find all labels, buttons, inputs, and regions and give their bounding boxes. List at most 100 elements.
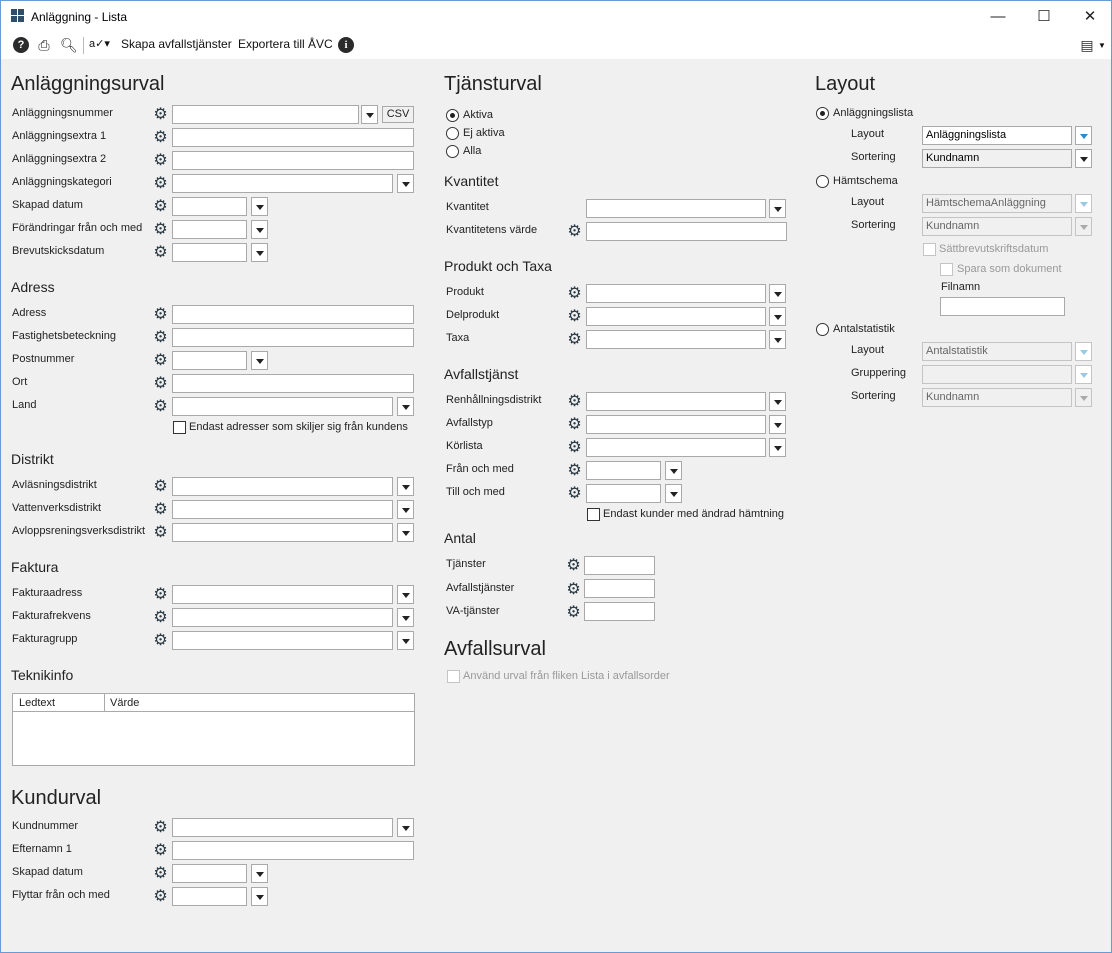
hamt-sortering-dropdown[interactable] xyxy=(1075,217,1092,236)
vattenverksdistrikt-dropdown[interactable] xyxy=(397,500,414,519)
gear-icon[interactable]: ⚙ xyxy=(153,633,168,649)
hamt-layout-select[interactable]: HämtschemaAnläggning xyxy=(922,194,1072,213)
avloppsreningsverksdistrikt-input[interactable] xyxy=(172,523,393,542)
teknikinfo-grid[interactable]: Ledtext Värde xyxy=(12,693,415,766)
till-och-med-input[interactable] xyxy=(586,484,661,503)
till-och-med-dropdown[interactable] xyxy=(665,484,682,503)
antal-sortering-dropdown[interactable] xyxy=(1075,388,1092,407)
avfallstyp-input[interactable] xyxy=(586,415,766,434)
gear-icon[interactable]: ⚙ xyxy=(567,486,582,502)
gear-icon[interactable]: ⚙ xyxy=(153,502,168,518)
gear-icon[interactable]: ⚙ xyxy=(567,417,582,433)
spara-dokument-checkbox[interactable] xyxy=(940,263,953,276)
brevutskicksdatum-dropdown[interactable] xyxy=(251,243,268,262)
print-icon[interactable]: ⎙ xyxy=(36,37,52,53)
hamt-sortering-select[interactable]: Kundnamn xyxy=(922,217,1072,236)
fran-och-med-input[interactable] xyxy=(586,461,661,480)
antal-layout-select[interactable]: Antalstatistik xyxy=(922,342,1072,361)
column-header-ledtext[interactable]: Ledtext xyxy=(19,697,55,709)
gear-icon[interactable]: ⚙ xyxy=(153,525,168,541)
gear-icon[interactable]: ⚙ xyxy=(153,399,168,415)
skapad-datum-input[interactable] xyxy=(172,197,247,216)
help-icon[interactable]: ? xyxy=(13,37,29,53)
gear-icon[interactable]: ⚙ xyxy=(153,843,168,859)
gear-icon[interactable]: ⚙ xyxy=(153,479,168,495)
anvand-urval-checkbox[interactable] xyxy=(447,670,460,683)
anlaggningsextra2-input[interactable] xyxy=(172,151,414,170)
fakturagrupp-dropdown[interactable] xyxy=(397,631,414,650)
forandringar-dropdown[interactable] xyxy=(251,220,268,239)
kund-skapad-datum-input[interactable] xyxy=(172,864,247,883)
antalstatistik-radio[interactable] xyxy=(816,323,829,336)
gear-icon[interactable]: ⚙ xyxy=(153,889,168,905)
gear-icon[interactable]: ⚙ xyxy=(153,176,168,192)
gear-icon[interactable]: ⚙ xyxy=(567,463,582,479)
postnummer-dropdown[interactable] xyxy=(251,351,268,370)
postnummer-input[interactable] xyxy=(172,351,247,370)
fakturafrekvens-input[interactable] xyxy=(172,608,393,627)
ej-aktiva-radio[interactable] xyxy=(446,127,459,140)
gear-icon[interactable]: ⚙ xyxy=(567,440,582,456)
antal-gruppering-dropdown[interactable] xyxy=(1075,365,1092,384)
forandringar-input[interactable] xyxy=(172,220,247,239)
lista-sortering-select[interactable]: Kundnamn xyxy=(922,149,1072,168)
fakturafrekvens-dropdown[interactable] xyxy=(397,608,414,627)
lista-sortering-dropdown[interactable] xyxy=(1075,149,1092,168)
report-menu-icon[interactable]: ▤ xyxy=(1079,37,1095,53)
create-waste-services-button[interactable]: Skapa avfallstjänster xyxy=(121,37,232,51)
gear-icon[interactable]: ⚙ xyxy=(153,587,168,603)
gear-icon[interactable]: ⚙ xyxy=(153,353,168,369)
avloppsreningsverksdistrikt-dropdown[interactable] xyxy=(397,523,414,542)
kvantitet-input[interactable] xyxy=(586,199,766,218)
delprodukt-dropdown[interactable] xyxy=(769,307,786,326)
fastighetsbeteckning-input[interactable] xyxy=(172,328,414,347)
ort-input[interactable] xyxy=(172,374,414,393)
taxa-input[interactable] xyxy=(586,330,766,349)
avfallstyp-dropdown[interactable] xyxy=(769,415,786,434)
vattenverksdistrikt-input[interactable] xyxy=(172,500,393,519)
anlaggningsnummer-dropdown[interactable] xyxy=(361,105,378,124)
gear-icon[interactable]: ⚙ xyxy=(567,286,582,302)
gear-icon[interactable]: ⚙ xyxy=(153,130,168,146)
anlaggningslista-radio[interactable] xyxy=(816,107,829,120)
gear-icon[interactable]: ⚙ xyxy=(153,610,168,626)
adress-input[interactable] xyxy=(172,305,414,324)
signature-dropdown-icon[interactable]: a✓▾ xyxy=(89,37,110,50)
produkt-dropdown[interactable] xyxy=(769,284,786,303)
anlaggningsnummer-input[interactable] xyxy=(172,105,359,124)
korlista-input[interactable] xyxy=(586,438,766,457)
gear-icon[interactable]: ⚙ xyxy=(153,820,168,836)
gear-icon[interactable]: ⚙ xyxy=(153,307,168,323)
gear-icon[interactable]: ⚙ xyxy=(153,330,168,346)
gear-icon[interactable]: ⚙ xyxy=(153,222,168,238)
csv-button[interactable]: CSV xyxy=(382,106,414,123)
gear-icon[interactable]: ⚙ xyxy=(153,153,168,169)
flyttar-dropdown[interactable] xyxy=(251,887,268,906)
fakturagrupp-input[interactable] xyxy=(172,631,393,650)
alla-radio[interactable] xyxy=(446,145,459,158)
lista-layout-select[interactable]: Anläggningslista xyxy=(922,126,1072,145)
fakturaadress-dropdown[interactable] xyxy=(397,585,414,604)
report-chevron-down-icon[interactable]: ▼ xyxy=(1098,41,1106,50)
korlista-dropdown[interactable] xyxy=(769,438,786,457)
fakturaadress-input[interactable] xyxy=(172,585,393,604)
renhallningsdistrikt-dropdown[interactable] xyxy=(769,392,786,411)
aktiva-radio[interactable] xyxy=(446,109,459,122)
gear-icon[interactable]: ⚙ xyxy=(153,199,168,215)
satt-brevutskrift-checkbox[interactable] xyxy=(923,243,936,256)
anlaggningskategori-dropdown[interactable] xyxy=(397,174,414,193)
anlaggningsextra1-input[interactable] xyxy=(172,128,414,147)
print-preview-icon[interactable]: 🔍︎ xyxy=(60,37,78,53)
kundnummer-input[interactable] xyxy=(172,818,393,837)
hamtschema-radio[interactable] xyxy=(816,175,829,188)
minimize-button[interactable]: — xyxy=(975,1,1021,32)
renhallningsdistrikt-input[interactable] xyxy=(586,392,766,411)
close-button[interactable]: ✕ xyxy=(1067,1,1112,32)
gear-icon[interactable]: ⚙ xyxy=(566,582,581,598)
antal-sortering-select[interactable]: Kundnamn xyxy=(922,388,1072,407)
taxa-dropdown[interactable] xyxy=(769,330,786,349)
skapad-datum-dropdown[interactable] xyxy=(251,197,268,216)
lista-layout-dropdown[interactable] xyxy=(1075,126,1092,145)
avlasningsdistrikt-input[interactable] xyxy=(172,477,393,496)
gear-icon[interactable]: ⚙ xyxy=(153,245,168,261)
